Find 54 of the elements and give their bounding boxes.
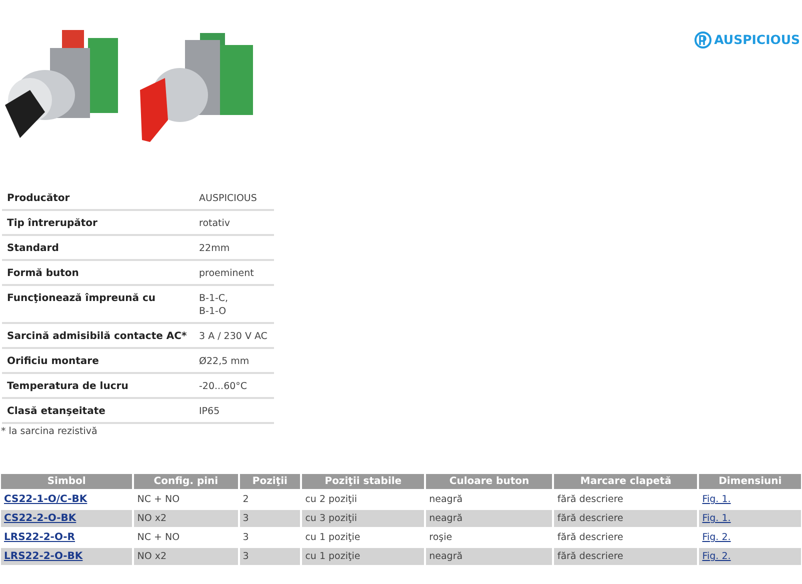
spec-value: AUSPICIOUS — [194, 186, 274, 210]
column-header: Poziţii — [240, 474, 300, 489]
spec-label: Clasă etanşeitate — [2, 398, 194, 423]
table-cell-text: cu 1 poziţie — [304, 531, 362, 545]
table-cell: fără descriere — [554, 510, 698, 527]
spec-label: Tip întrerupător — [2, 210, 194, 235]
table-cell: 3 — [240, 510, 300, 527]
spec-label: Funcţionează împreună cu — [2, 285, 194, 323]
footnote: * la sarcina rezistivă — [1, 425, 98, 438]
column-header: Config. pini — [134, 474, 238, 489]
spec-label: Producător — [2, 186, 194, 210]
figure-link[interactable]: Fig. 2. — [702, 532, 731, 543]
table-cell-text: NC + NO — [136, 493, 181, 507]
column-header: Marcare clapetă — [554, 474, 698, 489]
product-code-link[interactable]: LRS22-2-O-R — [4, 532, 75, 543]
brand-logo-text: AUSPICIOUS — [714, 30, 800, 49]
spec-label: Formă buton — [2, 260, 194, 285]
table-cell-text: 3 — [242, 531, 250, 545]
table-cell-text: cu 2 poziţii — [304, 493, 358, 507]
spec-value: rotativ — [194, 210, 274, 235]
figure-link[interactable]: Fig. 1. — [702, 494, 731, 505]
column-header: Culoare buton — [426, 474, 552, 489]
spec-label: Orificiu montare — [2, 348, 194, 373]
product-code-link[interactable]: CS22-1-O/C-BK — [4, 494, 88, 505]
spec-label: Sarcină admisibilă contacte AC* — [2, 323, 194, 348]
table-cell: fără descriere — [554, 548, 698, 565]
spec-value: IP65 — [194, 398, 274, 423]
figure-link[interactable]: Fig. 2. — [702, 551, 731, 562]
spec-value: -20...60°C — [194, 373, 274, 398]
table-cell-text: fără descriere — [556, 531, 624, 545]
table-cell: NO x2 — [134, 510, 238, 527]
spec-value: proeminent — [194, 260, 274, 285]
table-cell: neagră — [426, 548, 552, 565]
spec-label: Temperatura de lucru — [2, 373, 194, 398]
brand-logo-icon — [694, 31, 712, 49]
table-cell-text: roşie — [428, 531, 454, 545]
table-cell: cu 3 poziţii — [302, 510, 424, 527]
column-header: Simbol — [1, 474, 132, 489]
table-cell-text: NC + NO — [136, 531, 181, 545]
table-cell-text: 2 — [242, 493, 250, 507]
table-cell-text: neagră — [428, 493, 464, 507]
table-cell-text: fără descriere — [556, 493, 624, 507]
spec-value: B-1-C, B-1-O — [194, 285, 274, 323]
table-cell: neagră — [426, 510, 552, 527]
figure-link[interactable]: Fig. 1. — [702, 513, 731, 524]
spec-value: 3 A / 230 V AC — [194, 323, 274, 348]
table-cell: cu 1 poziţie — [302, 548, 424, 565]
spec-value: Ø22,5 mm — [194, 348, 274, 373]
table-cell: NO x2 — [134, 548, 238, 565]
table-cell: 3 — [240, 548, 300, 565]
column-header: Poziţii stabile — [302, 474, 424, 489]
spec-value: 22mm — [194, 235, 274, 260]
column-header: Dimensiuni — [699, 474, 801, 489]
spec-label: Standard — [2, 235, 194, 260]
